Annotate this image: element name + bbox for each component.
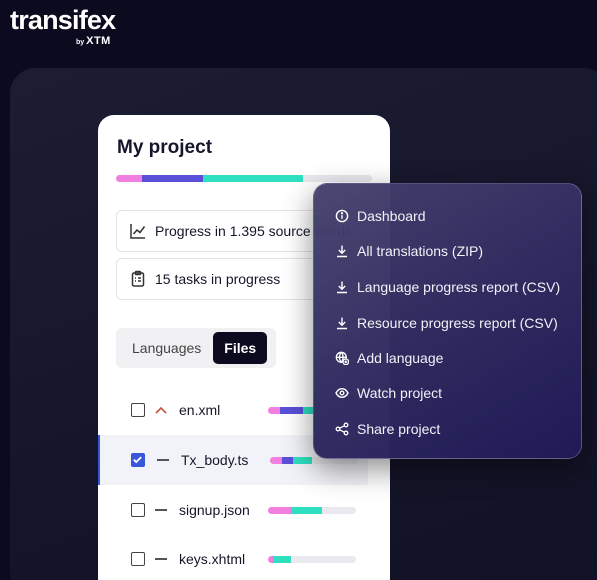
file-checkbox[interactable] — [131, 453, 145, 467]
info-icon — [335, 209, 349, 223]
eye-icon — [335, 386, 349, 400]
project-progress-bar — [116, 175, 372, 182]
tasks-summary-text: 15 tasks in progress — [155, 271, 281, 287]
chart-icon — [128, 221, 148, 241]
progress-segment — [282, 456, 293, 464]
progress-segment — [280, 406, 304, 414]
menu-item-dashboard[interactable]: Dashboard — [335, 204, 426, 228]
menu-item-add-language[interactable]: Add language — [335, 346, 443, 370]
menu-item-language-report[interactable]: Language progress report (CSV) — [335, 275, 560, 299]
progress-segment — [203, 175, 303, 182]
menu-item-share-project[interactable]: Share project — [335, 417, 440, 441]
dash-icon — [154, 503, 168, 517]
chevron-up-icon[interactable] — [154, 403, 168, 417]
share-icon — [335, 422, 349, 436]
file-name: signup.json — [179, 502, 250, 518]
file-name: keys.xhtml — [179, 551, 246, 567]
page-title: My project — [117, 137, 213, 158]
progress-segment — [268, 406, 281, 414]
progress-segment — [116, 175, 142, 182]
file-checkbox[interactable] — [131, 403, 145, 417]
tab-languages[interactable]: Languages — [120, 332, 213, 364]
brand-partner: by XTM — [76, 35, 111, 47]
download-icon — [335, 244, 349, 258]
dash-icon — [154, 552, 168, 566]
file-row[interactable]: signup.json — [98, 485, 390, 535]
brand-logo: transifex by XTM — [10, 5, 116, 47]
tab-files[interactable]: Files — [213, 332, 268, 364]
file-name: en.xml — [179, 402, 221, 418]
project-actions-menu: Dashboard All translations (ZIP) Languag… — [313, 183, 582, 459]
file-name: Tx_body.ts — [181, 452, 249, 468]
download-icon — [335, 316, 349, 330]
dash-icon — [156, 453, 170, 467]
menu-item-all-translations[interactable]: All translations (ZIP) — [335, 239, 483, 263]
file-progress-bar — [268, 555, 356, 563]
download-icon — [335, 280, 349, 294]
menu-item-resource-report[interactable]: Resource progress report (CSV) — [335, 311, 558, 335]
progress-segment — [141, 175, 204, 182]
menu-item-watch-project[interactable]: Watch project — [335, 381, 442, 405]
clipboard-icon — [128, 269, 148, 289]
file-checkbox[interactable] — [131, 503, 145, 517]
progress-segment — [270, 456, 283, 464]
progress-segment — [290, 506, 322, 514]
view-tabs: Languages Files — [116, 328, 276, 368]
file-row[interactable]: keys.xhtml — [98, 534, 390, 580]
file-checkbox[interactable] — [131, 552, 145, 566]
progress-segment — [292, 456, 313, 464]
globe-plus-icon — [335, 351, 349, 365]
progress-segment — [268, 506, 291, 514]
brand-name: transifex — [10, 5, 116, 35]
file-progress-bar — [268, 506, 356, 514]
progress-segment — [273, 555, 291, 563]
